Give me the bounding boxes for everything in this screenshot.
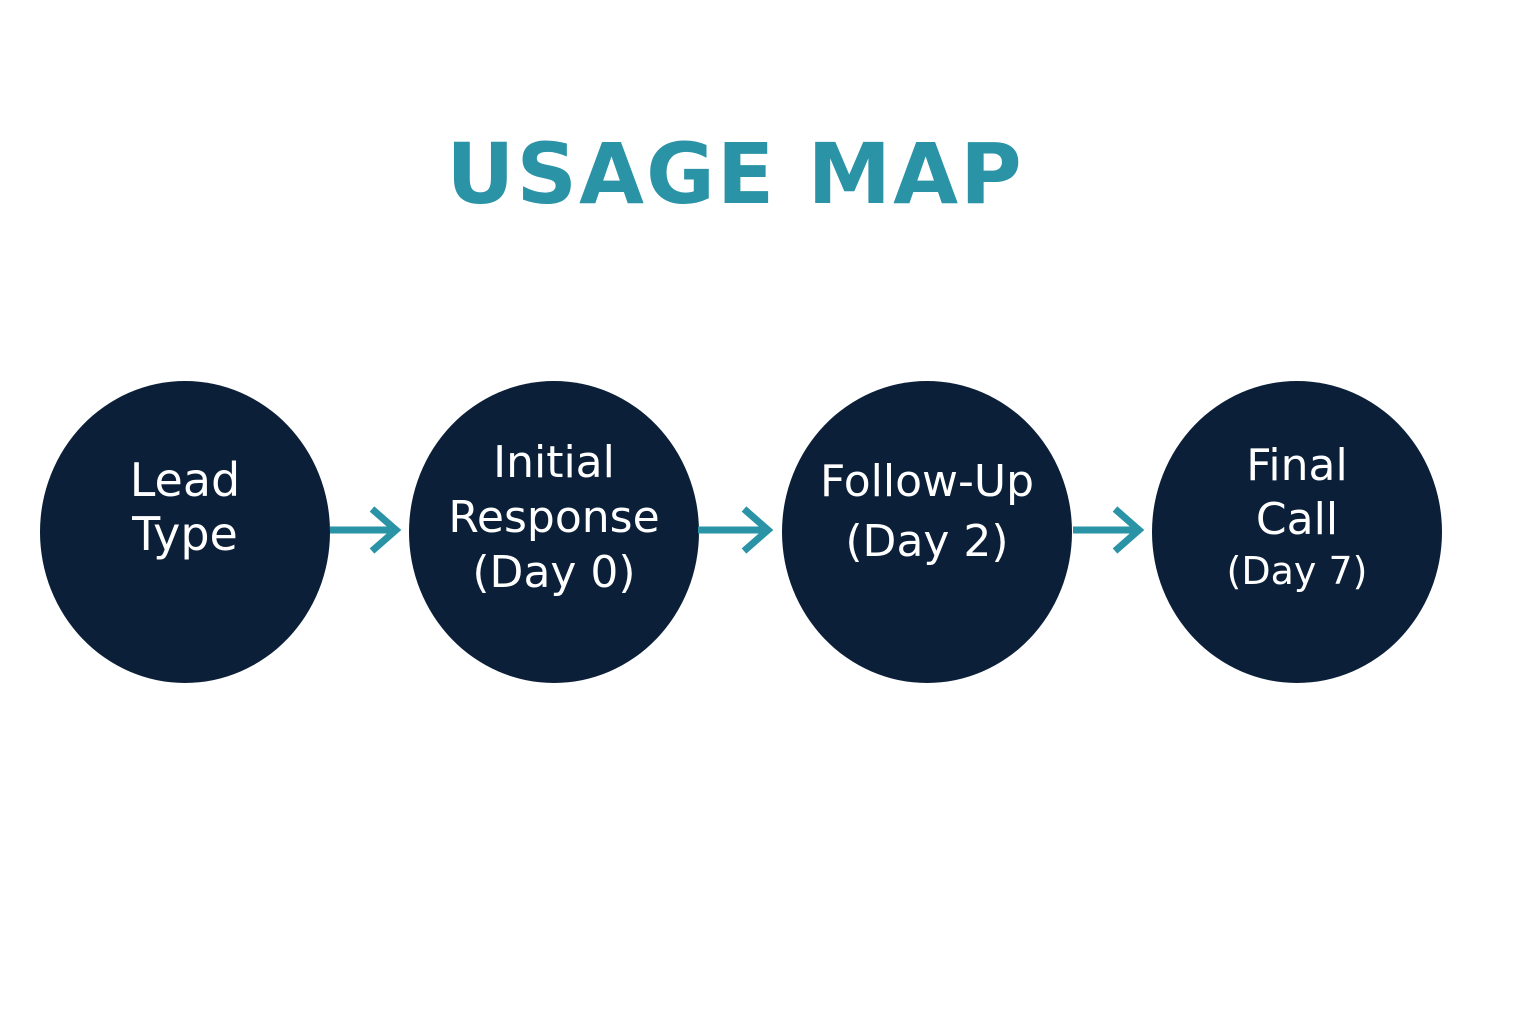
step-label-line: Call [1255,494,1339,545]
step-label-line: Follow-Up [819,456,1035,507]
step-node-lead-type: Lead Type [40,381,330,683]
step-label-line: (Day 0) [472,546,636,598]
step-node-follow-up: Follow-Up (Day 2) [782,381,1072,683]
step-label-line: Final [1246,440,1348,491]
step-label-line: (Day 7) [1226,549,1368,593]
step-label-line: Lead [129,453,241,507]
diagram-title: USAGE MAP [446,125,1024,223]
step-label-line: Response [448,491,660,543]
step-label-line: Initial [493,436,615,488]
arrow-right-icon [1073,506,1145,554]
arrow-right-icon [698,506,774,554]
step-node-initial-response: Initial Response (Day 0) [409,381,699,683]
step-label-line: (Day 2) [845,516,1009,567]
step-label-line: Type [132,507,238,561]
arrow-right-icon [330,506,402,554]
step-node-final-call: Final Call (Day 7) [1152,381,1442,683]
